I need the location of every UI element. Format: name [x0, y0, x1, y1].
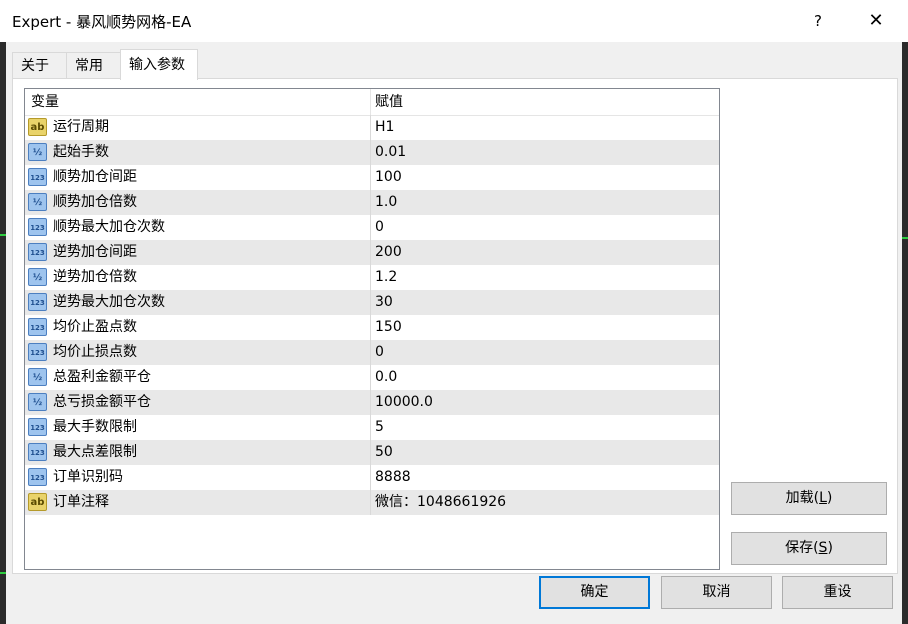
parameter-value[interactable]: 1.2	[375, 265, 397, 290]
int-type-icon: 123	[28, 293, 47, 311]
table-row[interactable]: 123 最大手数限制 5	[25, 415, 719, 440]
parameter-value[interactable]: 0	[375, 215, 384, 240]
parameter-value[interactable]: 30	[375, 290, 393, 315]
table-row[interactable]: ½ 顺势加仓倍数 1.0	[25, 190, 719, 215]
table-row[interactable]: 123 顺势加仓间距 100	[25, 165, 719, 190]
parameter-value[interactable]: 5	[375, 415, 384, 440]
parameter-name: 起始手数	[53, 144, 109, 160]
parameter-name: 均价止损点数	[53, 344, 137, 360]
table-row[interactable]: 123 均价止盈点数 150	[25, 315, 719, 340]
parameters-grid: 变量 赋值 ab 运行周期 H1 ½ 起始手数 0.01 123 顺势加仓间距 100 ½ 顺势加仓…	[24, 88, 720, 570]
int-type-icon: 123	[28, 418, 47, 436]
tab-inputs[interactable]: 输入参数	[120, 49, 198, 80]
parameter-name: 订单注释	[53, 494, 109, 510]
cancel-button[interactable]: 取消	[661, 576, 772, 609]
save-button[interactable]: 保存(S)	[731, 532, 887, 565]
int-type-icon: 123	[28, 168, 47, 186]
parameter-value[interactable]: 10000.0	[375, 390, 433, 415]
table-row[interactable]: ab 订单注释 微信：1048661926	[25, 490, 719, 515]
table-row[interactable]: ½ 逆势加仓倍数 1.2	[25, 265, 719, 290]
reset-button[interactable]: 重设	[782, 576, 893, 609]
table-row[interactable]: ab 运行周期 H1	[25, 115, 719, 140]
parameter-value[interactable]: 0.0	[375, 365, 397, 390]
parameter-name: 运行周期	[53, 119, 109, 135]
parameter-value[interactable]: 50	[375, 440, 393, 465]
table-row[interactable]: 123 最大点差限制 50	[25, 440, 719, 465]
parameter-value[interactable]: 100	[375, 165, 402, 190]
table-row[interactable]: ½ 起始手数 0.01	[25, 140, 719, 165]
parameter-name: 逆势加仓倍数	[53, 269, 137, 285]
double-type-icon: ½	[28, 393, 47, 411]
table-row[interactable]: 123 均价止损点数 0	[25, 340, 719, 365]
parameter-name: 顺势加仓间距	[53, 169, 137, 185]
close-button[interactable]: ✕	[858, 6, 894, 36]
parameter-name: 顺势加仓倍数	[53, 194, 137, 210]
parameter-value[interactable]: 8888	[375, 465, 411, 490]
parameter-value[interactable]: 1.0	[375, 190, 397, 215]
parameter-value[interactable]: H1	[375, 115, 394, 140]
double-type-icon: ½	[28, 368, 47, 386]
double-type-icon: ½	[28, 268, 47, 286]
string-type-icon: ab	[28, 118, 47, 136]
double-type-icon: ½	[28, 143, 47, 161]
window-title: Expert - 暴风顺势网格-EA	[12, 13, 192, 31]
header-variable[interactable]: 变量	[31, 89, 59, 115]
table-row[interactable]: 123 逆势加仓间距 200	[25, 240, 719, 265]
parameter-name: 顺势最大加仓次数	[53, 219, 165, 235]
parameter-name: 逆势加仓间距	[53, 244, 137, 260]
int-type-icon: 123	[28, 318, 47, 336]
parameter-name: 总盈利金额平仓	[53, 369, 151, 385]
tab-about[interactable]: 关于	[12, 52, 68, 79]
help-button[interactable]: ?	[800, 6, 836, 36]
int-type-icon: 123	[28, 218, 47, 236]
int-type-icon: 123	[28, 443, 47, 461]
parameter-value[interactable]: 200	[375, 240, 402, 265]
title-bar: Expert - 暴风顺势网格-EA ? ✕	[0, 0, 908, 42]
parameter-value[interactable]: 0	[375, 340, 384, 365]
int-type-icon: 123	[28, 468, 47, 486]
int-type-icon: 123	[28, 343, 47, 361]
parameter-value[interactable]: 0.01	[375, 140, 406, 165]
parameter-name: 逆势最大加仓次数	[53, 294, 165, 310]
table-row[interactable]: 123 订单识别码 8888	[25, 465, 719, 490]
background-chart-edge-left	[0, 42, 6, 624]
parameter-value[interactable]: 微信：1048661926	[375, 490, 506, 515]
load-button[interactable]: 加载(L)	[731, 482, 887, 515]
table-row[interactable]: 123 顺势最大加仓次数 0	[25, 215, 719, 240]
string-type-icon: ab	[28, 493, 47, 511]
grid-header: 变量 赋值	[25, 89, 719, 116]
tab-common[interactable]: 常用	[66, 52, 122, 79]
parameter-name: 最大手数限制	[53, 419, 137, 435]
int-type-icon: 123	[28, 243, 47, 261]
table-row[interactable]: ½ 总亏损金额平仓 10000.0	[25, 390, 719, 415]
parameter-name: 订单识别码	[53, 469, 123, 485]
parameter-value[interactable]: 150	[375, 315, 402, 340]
double-type-icon: ½	[28, 193, 47, 211]
ok-button[interactable]: 确定	[539, 576, 650, 609]
parameter-name: 最大点差限制	[53, 444, 137, 460]
table-row[interactable]: 123 逆势最大加仓次数 30	[25, 290, 719, 315]
background-chart-edge-right	[902, 42, 908, 624]
parameter-name: 均价止盈点数	[53, 319, 137, 335]
parameter-name: 总亏损金额平仓	[53, 394, 151, 410]
header-value[interactable]: 赋值	[375, 89, 403, 115]
table-row[interactable]: ½ 总盈利金额平仓 0.0	[25, 365, 719, 390]
